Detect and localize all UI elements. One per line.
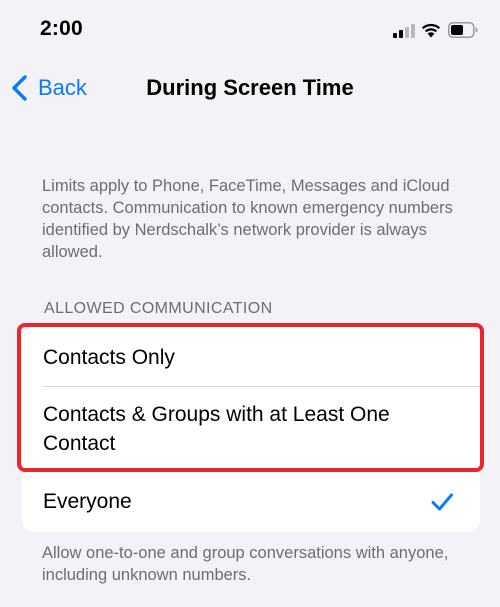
- page-title: During Screen Time: [146, 75, 354, 100]
- option-contacts-only[interactable]: Contacts Only: [22, 327, 480, 387]
- status-bar: 2:00: [0, 0, 500, 60]
- option-label: Contacts & Groups with at Least One Cont…: [43, 403, 390, 455]
- option-label: Everyone: [43, 490, 132, 513]
- option-contacts-and-groups[interactable]: Contacts & Groups with at Least One Cont…: [22, 387, 480, 471]
- option-everyone[interactable]: Everyone: [22, 472, 480, 532]
- screen: 2:00 Back During Screen Time Limits appl…: [0, 0, 500, 607]
- navigation-bar: Back During Screen Time: [0, 62, 500, 114]
- section-footer: Allow one-to-one and group conversations…: [42, 544, 449, 584]
- wifi-icon: [422, 23, 440, 38]
- battery-icon: [448, 22, 478, 38]
- option-label: Contacts Only: [43, 346, 175, 369]
- status-time: 2:00: [40, 17, 83, 40]
- cellular-signal-icon: [393, 24, 415, 38]
- section-header: ALLOWED COMMUNICATION: [44, 300, 273, 317]
- communication-options-group: Contacts Only Contacts & Groups with at …: [22, 327, 480, 532]
- checkmark-icon: [431, 493, 453, 511]
- intro-description: Limits apply to Phone, FaceTime, Message…: [42, 177, 453, 261]
